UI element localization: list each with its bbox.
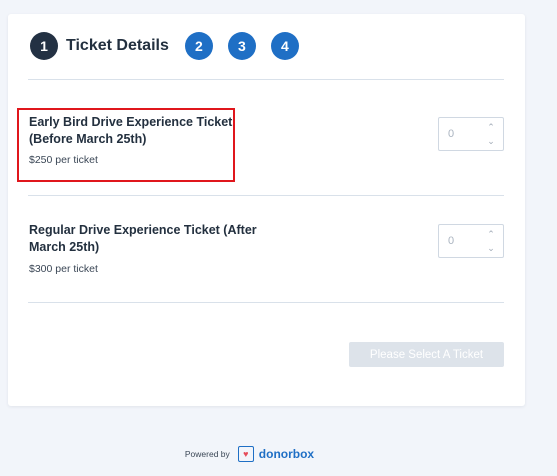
footer: Powered by ♥ donorbox [0,444,557,464]
brand-name: donorbox [258,447,315,461]
chevron-down-icon[interactable]: ⌄ [486,136,496,146]
ticket-form-card: 1 Ticket Details 2 3 4 Early Bird Drive … [8,14,525,406]
heart-icon: ♥ [237,446,254,462]
chevron-down-icon[interactable]: ⌄ [486,243,496,253]
highlight-box [17,108,235,182]
step-1-circle: 1 [30,32,58,60]
quantity-value[interactable]: 0 [448,128,454,140]
divider [28,195,504,196]
select-ticket-button[interactable]: Please Select A Ticket [349,342,504,367]
chevron-up-icon[interactable]: ⌃ [486,229,496,239]
step-indicator: 1 Ticket Details 2 3 4 [30,32,299,60]
ticket-name: Regular Drive Experience Ticket (After M… [29,223,257,254]
step-3-circle[interactable]: 3 [227,32,256,60]
step-2-circle[interactable]: 2 [184,32,213,60]
quantity-stepper[interactable]: 0 ⌃ ⌄ [438,117,504,151]
quantity-value[interactable]: 0 [448,235,454,247]
step-4-circle[interactable]: 4 [270,32,299,60]
divider [28,302,504,303]
quantity-stepper[interactable]: 0 ⌃ ⌄ [438,224,504,258]
divider [28,79,504,80]
powered-by-label: Powered by [184,449,230,459]
ticket-price: $300 per ticket [29,263,98,275]
donorbox-logo[interactable]: ♥ donorbox [237,446,315,462]
chevron-up-icon[interactable]: ⌃ [486,122,496,132]
step-title: Ticket Details [66,37,169,54]
